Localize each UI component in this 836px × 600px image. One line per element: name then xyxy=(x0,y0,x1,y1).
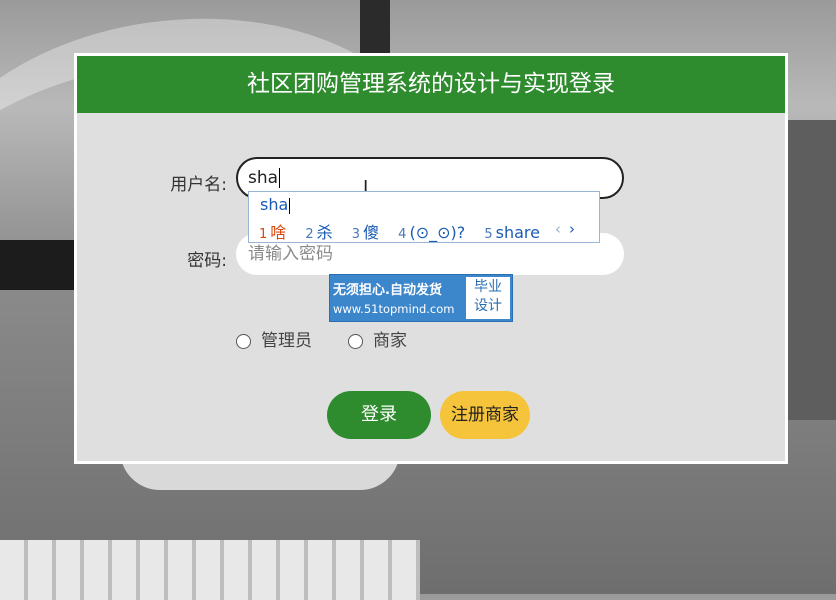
ime-candidate-4[interactable]: 4 (⊙_⊙)? xyxy=(398,223,465,242)
page-title: 社区团购管理系统的设计与实现登录 xyxy=(77,56,785,113)
background-monitor xyxy=(0,240,80,290)
radio-merchant[interactable] xyxy=(348,333,363,349)
ad-banner[interactable]: 无须担心.自动发货 www.51topmind.com 毕业 设计 xyxy=(329,274,513,322)
password-label: 密码: xyxy=(187,251,227,271)
role-admin-label: 管理员 xyxy=(261,331,312,351)
ime-candidate-2[interactable]: 2杀 xyxy=(305,219,332,243)
ad-text: 无须担心.自动发货 www.51topmind.com xyxy=(333,279,465,316)
text-caret xyxy=(279,168,281,188)
ime-candidate-list: 1啥 2杀 3傻 4 (⊙_⊙)? 5 share xyxy=(259,219,554,243)
ad-badge-line2: 设计 xyxy=(474,298,502,314)
login-panel: 社区团购管理系统的设计与实现登录 用户名: sha I 密码: 请输入密码 sh… xyxy=(74,53,788,464)
ime-candidate-5[interactable]: 5 share xyxy=(484,223,540,242)
ime-next-icon[interactable]: › xyxy=(569,220,575,238)
register-merchant-button[interactable]: 注册商家 xyxy=(440,391,530,439)
radio-admin[interactable] xyxy=(236,333,251,349)
password-placeholder: 请输入密码 xyxy=(248,244,333,264)
login-button[interactable]: 登录 xyxy=(327,391,431,439)
ad-badge-line1: 毕业 xyxy=(474,279,502,295)
ime-prev-icon[interactable]: ‹ xyxy=(555,220,561,238)
role-admin-option[interactable]: 管理员 xyxy=(236,326,312,351)
login-panel-body: 社区团购管理系统的设计与实现登录 用户名: sha I 密码: 请输入密码 sh… xyxy=(77,56,785,461)
ime-page-nav: ‹ › xyxy=(547,220,575,238)
username-value: sha xyxy=(248,168,279,188)
background-keyboard xyxy=(0,540,420,600)
ime-candidate-1[interactable]: 1啥 xyxy=(259,219,286,243)
username-label: 用户名: xyxy=(170,175,227,195)
ad-url: www.51topmind.com xyxy=(333,302,455,316)
ad-slogan: 无须担心.自动发货 xyxy=(333,283,442,298)
role-merchant-option[interactable]: 商家 xyxy=(348,326,407,351)
ime-caret xyxy=(289,197,291,214)
ime-candidate-3[interactable]: 3傻 xyxy=(352,219,379,243)
ime-candidate-window: sha 1啥 2杀 3傻 4 (⊙_⊙)? 5 share ‹ › xyxy=(248,191,600,243)
ad-badge: 毕业 设计 xyxy=(466,277,510,319)
role-merchant-label: 商家 xyxy=(373,331,407,351)
ime-composition: sha xyxy=(260,195,291,214)
background-pillar xyxy=(360,0,390,54)
